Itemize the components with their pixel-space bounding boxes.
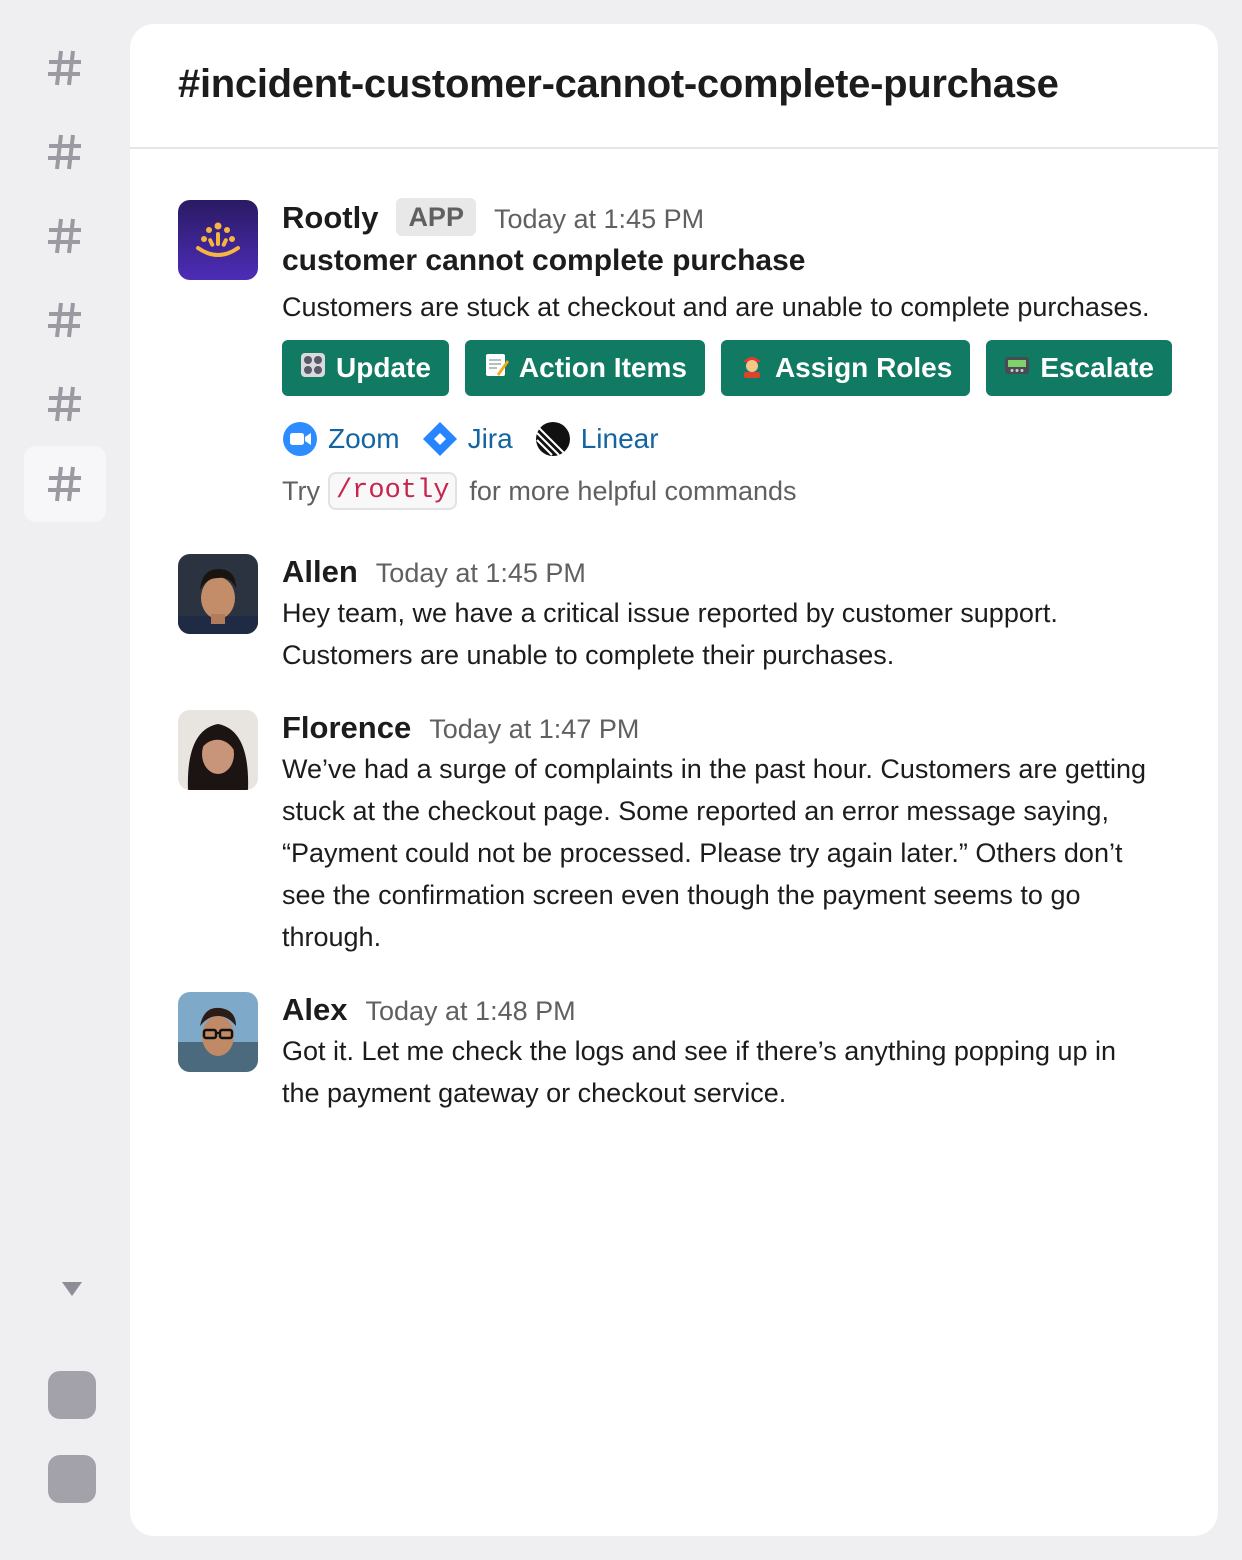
channel-rail-item-active[interactable]	[24, 446, 106, 522]
escalate-button-label: Escalate	[1040, 352, 1154, 383]
update-button-label: Update	[336, 352, 431, 383]
message-text-line: “Payment could not be processed. Please …	[282, 838, 1123, 868]
author-name[interactable]: Rootly	[282, 200, 378, 236]
chevron-down-icon[interactable]	[60, 1280, 84, 1298]
slash-command-code: /rootly	[327, 472, 458, 510]
linear-icon	[535, 422, 570, 456]
incident-action-buttons: Update Action Items Assign Roles Escalat…	[282, 340, 1178, 396]
hash-icon	[48, 302, 81, 338]
allen-avatar-photo	[178, 554, 258, 634]
incident-summary: Customers are stuck at checkout and are …	[282, 292, 1150, 322]
memo-icon	[481, 352, 511, 385]
channel-rail-item[interactable]	[24, 366, 106, 442]
message-body: Alex Today at 1:48 PM Got it. Let me che…	[282, 992, 1178, 1114]
hint-suffix: for more helpful commands	[469, 475, 797, 506]
channel-rail	[0, 0, 128, 1560]
timestamp[interactable]: Today at 1:45 PM	[376, 558, 586, 589]
integration-links: Zoom Jira Linear	[282, 416, 1178, 462]
jira-icon	[422, 422, 457, 456]
action-items-button-label: Action Items	[518, 352, 687, 383]
avatar[interactable]	[178, 710, 258, 790]
timestamp[interactable]: Today at 1:48 PM	[365, 996, 575, 1027]
channel-rail-item[interactable]	[24, 30, 106, 106]
avatar[interactable]	[178, 554, 258, 634]
zoom-icon	[283, 422, 317, 456]
channel-panel: #incident-customer-cannot-complete-purch…	[130, 24, 1218, 1536]
hash-icon	[48, 386, 81, 422]
assign-roles-button-label: Assign Roles	[774, 352, 953, 383]
hash-icon	[48, 50, 81, 86]
message-text-line: Hey team, we have a critical issue repor…	[282, 598, 1058, 628]
assign-roles-button[interactable]: Assign Roles	[720, 340, 971, 396]
hash-icon	[48, 466, 81, 502]
channel-header: #incident-customer-cannot-complete-purch…	[130, 24, 1218, 149]
pager-icon	[1002, 352, 1032, 385]
message-text-line: the payment gateway or checkout service.	[282, 1078, 787, 1108]
rail-shortcut-button[interactable]	[48, 1371, 96, 1419]
command-hint: Try /rootly for more helpful commands	[282, 472, 1178, 510]
rootly-app-avatar[interactable]	[178, 200, 258, 280]
message-body: Rootly APP Today at 1:45 PM customer can…	[282, 198, 1178, 510]
florence-avatar-photo	[178, 710, 258, 790]
message-text-line: see the confirmation screen even though …	[282, 880, 1081, 910]
rootly-logo-icon	[178, 200, 258, 280]
author-name[interactable]: Florence	[282, 710, 411, 746]
message-text-line: Customers are unable to complete their p…	[282, 640, 895, 670]
action-items-button[interactable]: Action Items	[464, 340, 705, 396]
rail-shortcut-button[interactable]	[48, 1455, 96, 1503]
hash-icon	[48, 134, 81, 170]
message-text-line: through.	[282, 922, 382, 952]
incident-title: customer cannot complete purchase	[282, 244, 806, 277]
channel-title: #incident-customer-cannot-complete-purch…	[178, 62, 1059, 106]
author-name[interactable]: Alex	[282, 992, 347, 1028]
jira-link[interactable]: Jira	[422, 421, 513, 457]
message-text-line: We’ve had a surge of complaints in the p…	[282, 754, 1146, 784]
firefighter-icon	[737, 352, 767, 385]
message-text-line: stuck at the checkout page. Some reporte…	[282, 796, 1109, 826]
message-text-line: Got it. Let me check the logs and see if…	[282, 1036, 1117, 1066]
escalate-button[interactable]: Escalate	[986, 340, 1172, 396]
channel-rail-item[interactable]	[24, 282, 106, 358]
alex-avatar-photo	[178, 992, 258, 1072]
hash-icon	[48, 218, 81, 254]
app-badge: APP	[396, 198, 476, 236]
author-name[interactable]: Allen	[282, 554, 358, 590]
channel-rail-item[interactable]	[24, 114, 106, 190]
message-body: Allen Today at 1:45 PM Hey team, we have…	[282, 554, 1178, 676]
control-knobs-icon	[298, 352, 328, 385]
channel-rail-item[interactable]	[24, 198, 106, 274]
zoom-link[interactable]: Zoom	[282, 421, 400, 457]
linear-link[interactable]: Linear	[535, 421, 659, 457]
message-body: Florence Today at 1:47 PM We’ve had a su…	[282, 710, 1178, 958]
timestamp[interactable]: Today at 1:45 PM	[494, 204, 704, 235]
timestamp[interactable]: Today at 1:47 PM	[429, 714, 639, 745]
hint-prefix: Try	[282, 475, 320, 506]
update-button[interactable]: Update	[282, 340, 449, 396]
avatar[interactable]	[178, 992, 258, 1072]
